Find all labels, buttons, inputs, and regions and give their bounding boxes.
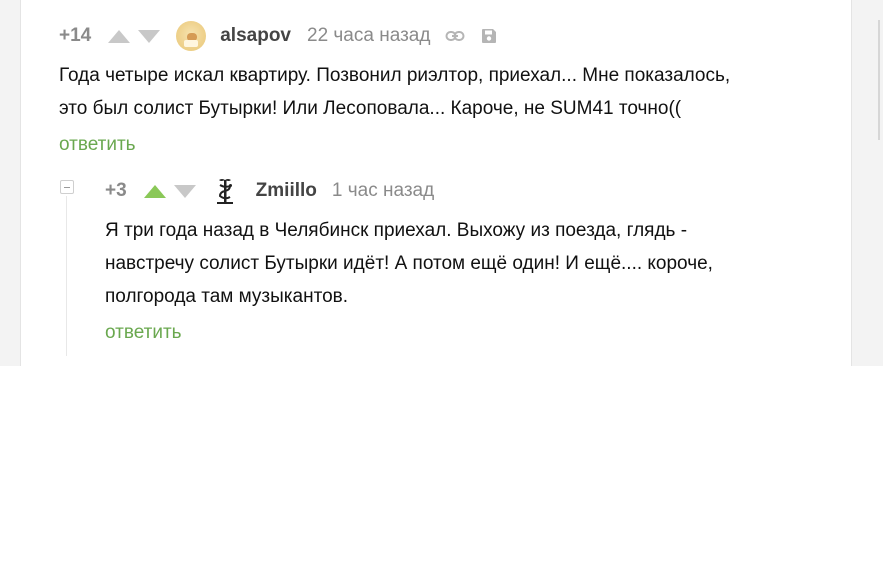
comment-line: это был солист Бутырки! Или Лесоповала..… [59,98,682,119]
arrow-down-icon[interactable] [173,184,196,198]
arrow-down-icon[interactable] [138,29,161,43]
reply-link[interactable]: ответить [59,134,136,156]
comment-time[interactable]: 1 час назад [332,180,434,202]
comment-line: Года четыре искал квартиру. Позвонил риэ… [59,65,731,86]
save-icon[interactable] [478,25,500,47]
caduceus-icon[interactable] [210,176,240,206]
thread-line [66,196,67,356]
comment-header: +3 Zmiillo 1 час назад [105,176,434,206]
comment-line: навстречу солист Бутырки идёт! А потом е… [105,253,713,274]
comment-rating: +14 [59,25,92,46]
username[interactable]: alsapov [220,25,291,47]
arrow-up-icon[interactable] [143,184,166,198]
scrollbar-edge[interactable] [878,20,880,140]
arrow-up-icon[interactable] [108,29,131,43]
comment-time[interactable]: 22 часа назад [307,25,430,47]
link-icon[interactable] [444,25,466,47]
comment-body: Года четыре искал квартиру. Позвонил риэ… [59,59,730,125]
reply-link[interactable]: ответить [105,322,182,344]
comments-viewport: +14 alsapov 22 часа назад Года четыре ис… [0,0,883,366]
comment-rating: +3 [105,180,127,201]
username[interactable]: Zmiillo [256,180,317,202]
comment-header: +14 alsapov 22 часа назад [59,21,500,51]
avatar[interactable] [176,21,207,51]
comment-line: полгорода там музыкантов. [105,286,349,307]
comment-body: Я три года назад в Челябинск приехал. Вы… [105,214,713,313]
comment-line: Я три года назад в Челябинск приехал. Вы… [105,220,688,241]
collapse-thread-button[interactable] [60,180,74,194]
